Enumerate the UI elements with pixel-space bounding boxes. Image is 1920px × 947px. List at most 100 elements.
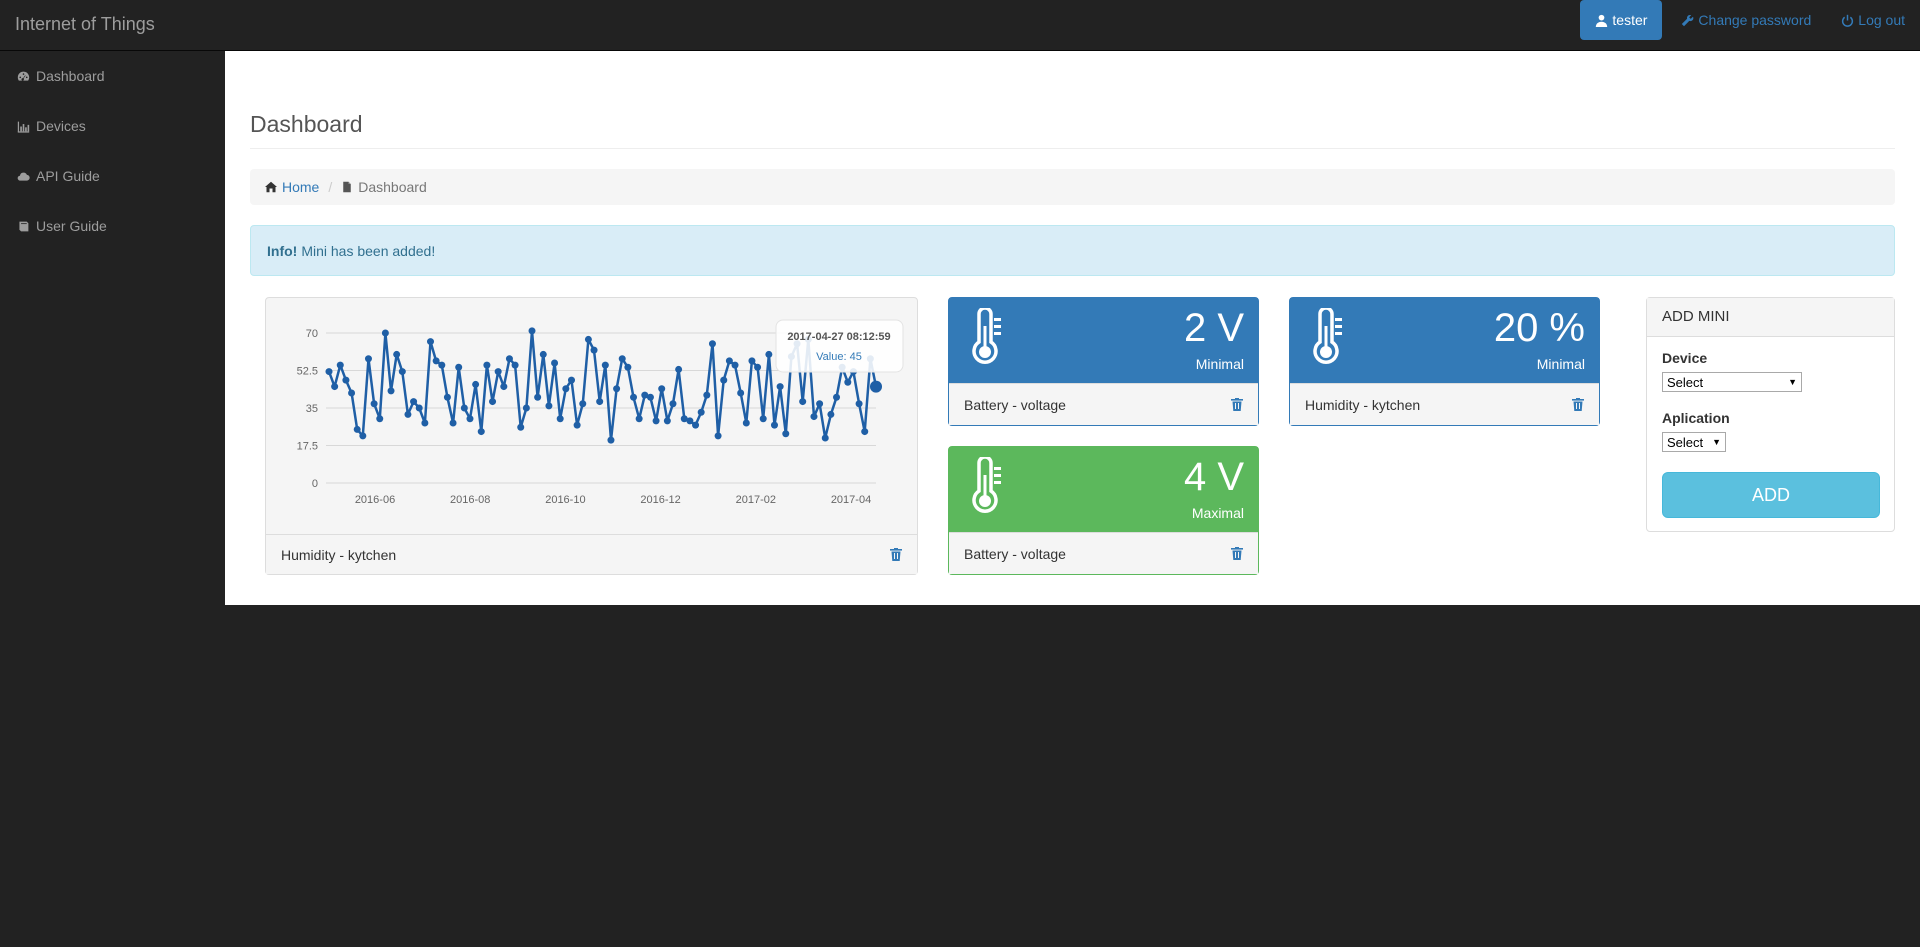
logout-link[interactable]: Log out: [1826, 0, 1920, 40]
data-point: [708, 340, 716, 348]
stat-header: 2 V Minimal: [949, 298, 1258, 384]
chart-widget-title: Humidity - kytchen: [281, 546, 397, 563]
page-title: Dashboard: [250, 111, 363, 137]
humidity-line-chart[interactable]: 70 52.5 35 17.5 0 2016-06 2016-08 2016-10 2016-1…: [266, 298, 917, 534]
user-name: tester: [1612, 12, 1648, 28]
data-point: [331, 383, 339, 391]
breadcrumb-home[interactable]: Home: [265, 179, 319, 195]
trash-icon[interactable]: [890, 548, 902, 561]
tooltip-value: Value: 45: [816, 351, 862, 363]
data-point: [517, 423, 525, 431]
data-point: [596, 398, 604, 406]
data-point: [432, 357, 440, 365]
y-tick-label: 35: [306, 403, 318, 415]
sidebar-item-api-guide[interactable]: API Guide: [0, 151, 225, 201]
data-point: [376, 415, 384, 423]
add-mini-title: ADD MINI: [1647, 298, 1894, 337]
stat-value: 4 V: [1183, 455, 1244, 499]
data-point: [703, 391, 711, 399]
sidebar-item-dashboard[interactable]: Dashboard: [0, 51, 225, 101]
alert-message: Mini has been added!: [301, 242, 436, 259]
book-icon: [19, 221, 29, 231]
breadcrumb-separator: /: [328, 179, 333, 195]
data-point: [618, 355, 626, 363]
stat-widget-battery-max: 4 V Maximal Battery - voltage: [948, 446, 1259, 575]
data-point: [494, 368, 502, 376]
device-select[interactable]: Select ▼: [1662, 372, 1802, 392]
data-point: [348, 389, 356, 397]
data-point: [421, 419, 429, 427]
data-point: [466, 415, 474, 423]
data-point: [381, 329, 389, 337]
data-point: [669, 400, 677, 408]
y-tick-label: 0: [312, 478, 318, 490]
user-menu-button[interactable]: tester: [1580, 0, 1663, 40]
x-tick-label: 2017-02: [736, 494, 776, 506]
application-select[interactable]: Select ▼: [1662, 432, 1726, 452]
data-point: [545, 402, 553, 410]
trash-icon[interactable]: [1231, 398, 1243, 411]
breadcrumb-home-label: Home: [282, 179, 320, 195]
data-point: [522, 404, 530, 412]
device-label: Device: [1662, 350, 1708, 366]
data-point: [742, 419, 750, 427]
change-password-link[interactable]: Change password: [1666, 0, 1826, 40]
stat-label: Maximal: [1191, 505, 1244, 521]
cloud-icon: [17, 172, 30, 181]
alert-strong: Info!: [267, 242, 298, 259]
trash-icon[interactable]: [1572, 398, 1584, 411]
data-point: [714, 432, 722, 440]
data-point: [393, 350, 401, 358]
data-point: [725, 357, 733, 365]
data-point: [567, 376, 575, 384]
data-point: [765, 350, 773, 358]
y-tick-label: 17.5: [297, 441, 318, 453]
data-point: [455, 363, 463, 371]
data-point: [663, 417, 671, 425]
change-password-label: Change password: [1698, 12, 1812, 28]
info-alert: Info! Mini has been added!: [250, 225, 1895, 276]
trash-icon[interactable]: [1231, 547, 1243, 560]
sidebar-item-user-guide[interactable]: User Guide: [0, 201, 225, 251]
data-point: [624, 363, 632, 371]
data-point: [652, 417, 660, 425]
top-navbar: Internet of Things tester Change passwor…: [0, 0, 1920, 51]
application-label: Aplication: [1662, 410, 1730, 426]
data-point: [613, 385, 621, 393]
x-tick-label: 2016-12: [640, 494, 680, 506]
data-point: [782, 430, 790, 438]
stat-widget-humidity-min: 20 % Minimal Humidity - kytchen: [1289, 297, 1600, 426]
application-select-value: Select: [1667, 434, 1704, 450]
data-point: [821, 434, 829, 442]
data-point: [646, 393, 654, 401]
user-icon: [1596, 14, 1608, 27]
data-point: [387, 387, 395, 395]
add-button[interactable]: ADD: [1662, 472, 1880, 518]
data-point: [511, 361, 519, 369]
home-icon: [265, 181, 277, 193]
sidebar-item-devices[interactable]: Devices: [0, 101, 225, 151]
data-point: [489, 398, 497, 406]
data-point: [810, 413, 818, 421]
data-point: [370, 400, 378, 408]
sidebar-item-label: Dashboard: [36, 68, 105, 84]
stat-footer: Battery - voltage: [949, 532, 1258, 574]
data-point: [833, 393, 841, 401]
data-point: [584, 335, 592, 343]
data-point: [353, 425, 361, 433]
data-point: [342, 376, 350, 384]
data-point: [336, 361, 344, 369]
data-point: [675, 365, 683, 373]
app-brand[interactable]: Internet of Things: [15, 14, 155, 35]
data-point: [551, 359, 559, 367]
data-point: [776, 383, 784, 391]
chart-widget-footer: Humidity - kytchen: [266, 534, 917, 574]
data-point: [686, 417, 694, 425]
stat-widget-battery-min: 2 V Minimal Battery - voltage: [948, 297, 1259, 426]
data-point: [861, 428, 869, 436]
data-point: [692, 421, 700, 429]
data-point: [472, 380, 480, 388]
stat-label: Minimal: [1195, 356, 1244, 372]
data-point: [534, 393, 542, 401]
bar-chart-icon: [17, 121, 30, 133]
